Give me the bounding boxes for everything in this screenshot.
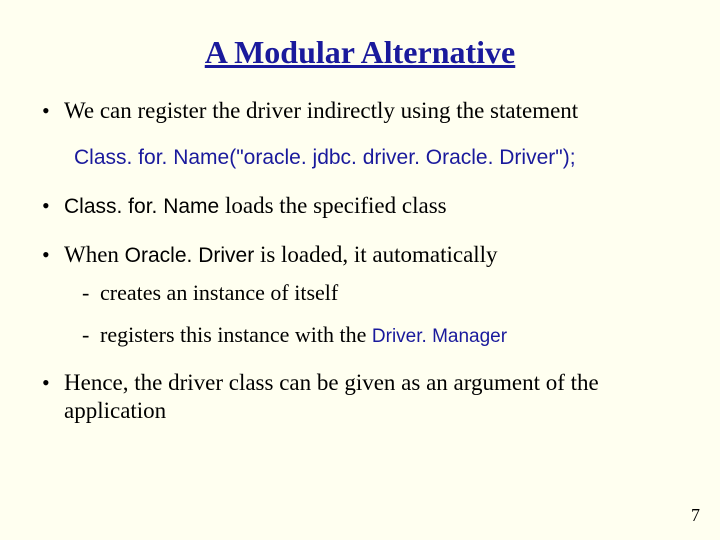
sub-text: creates an instance of itself (100, 280, 338, 305)
bullet-list-2: Class. for. Name loads the specified cla… (38, 192, 682, 426)
sub-creates-instance: creates an instance of itself (78, 279, 682, 307)
inline-code-drivermanager: Driver. Manager (372, 326, 507, 347)
bullet-hence: Hence, the driver class can be given as … (38, 369, 682, 427)
bullet-when-loaded: When Oracle. Driver is loaded, it automa… (38, 241, 682, 349)
inline-code-oracledriver: Oracle. Driver (125, 244, 255, 267)
bullet-register: We can register the driver indirectly us… (38, 97, 682, 126)
inline-code-forname: Class. for. Name (64, 195, 219, 218)
bullet-text: We can register the driver indirectly us… (64, 98, 578, 123)
sub-list: creates an instance of itself registers … (78, 279, 682, 348)
slide-title: A Modular Alternative (38, 34, 682, 71)
page-number: 7 (691, 505, 700, 526)
slide: A Modular Alternative We can register th… (0, 0, 720, 540)
bullet-list: We can register the driver indirectly us… (38, 97, 682, 126)
sub-text: registers this instance with the (100, 322, 372, 347)
code-statement: Class. for. Name("oracle. jdbc. driver. … (74, 146, 682, 170)
sub-registers-instance: registers this instance with the Driver.… (78, 321, 682, 349)
bullet-forname: Class. for. Name loads the specified cla… (38, 192, 682, 221)
bullet-text: loads the specified class (219, 193, 446, 218)
bullet-text: is loaded, it automatically (254, 242, 497, 267)
bullet-text: When (64, 242, 125, 267)
bullet-text: Hence, the driver class can be given as … (64, 370, 599, 424)
